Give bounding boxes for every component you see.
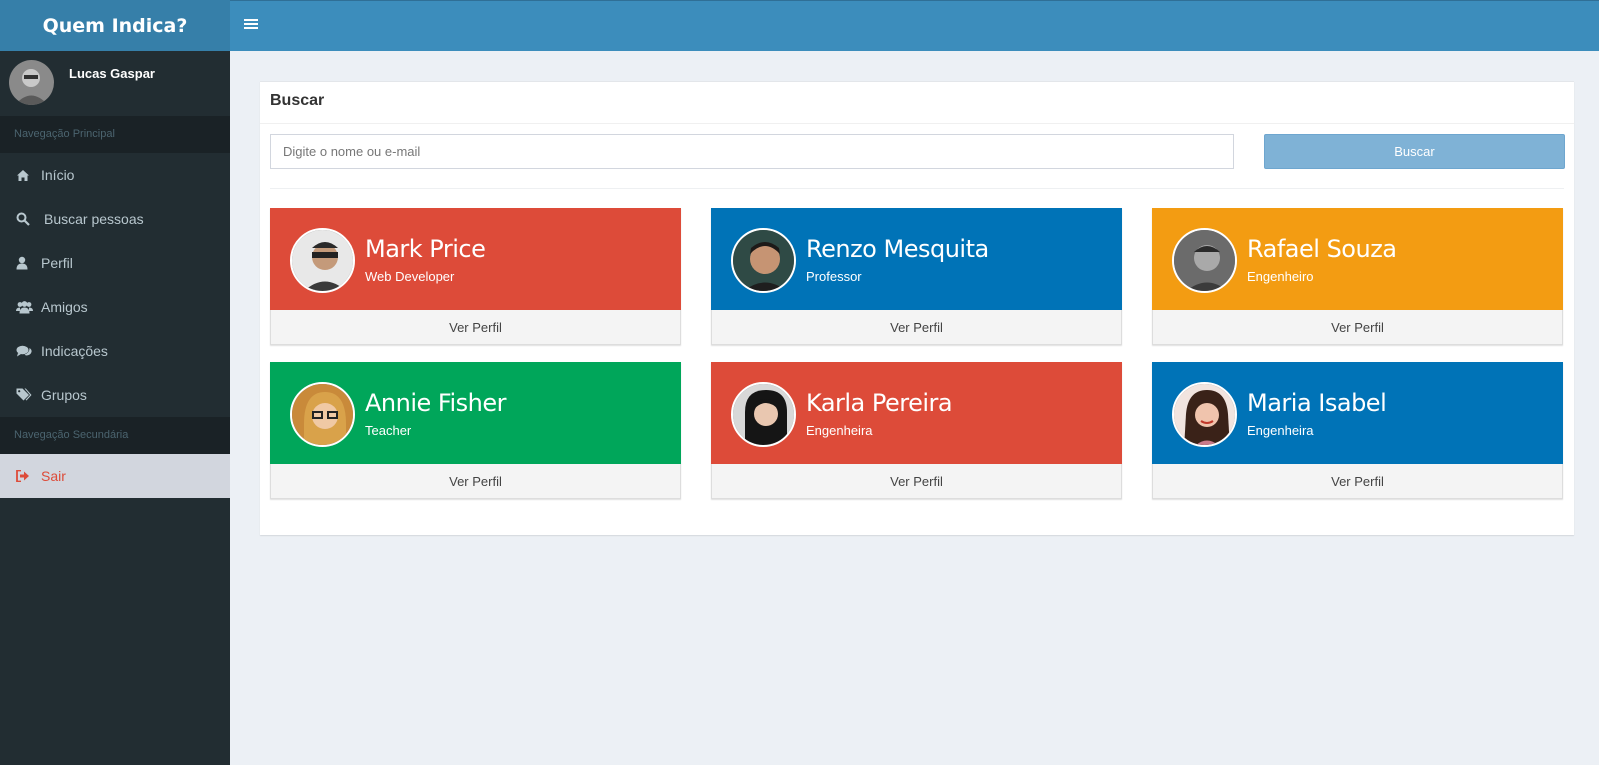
profile-role: Web Developer — [365, 269, 455, 284]
profile-card: Karla Pereira Engenheira Ver Perfil — [711, 362, 1122, 499]
search-box: Buscar Buscar Mark Price Web Developer V… — [260, 81, 1574, 535]
user-panel: Lucas Gaspar — [0, 51, 230, 116]
primary-nav-header: Navegação Principal — [0, 116, 230, 153]
profile-name: Maria Isabel — [1247, 389, 1387, 417]
sidebar-item-label: Sair — [41, 468, 66, 484]
profile-photo[interactable] — [1172, 228, 1237, 293]
app-title: Quem Indica? — [42, 14, 188, 37]
profile-card-header: Annie Fisher Teacher — [270, 362, 681, 464]
profile-card: Annie Fisher Teacher Ver Perfil — [270, 362, 681, 499]
profile-card-header: Mark Price Web Developer — [270, 208, 681, 310]
profile-card: Maria Isabel Engenheira Ver Perfil — [1152, 362, 1563, 499]
app-logo[interactable]: Quem Indica? — [0, 0, 230, 51]
profile-name: Renzo Mesquita — [806, 235, 989, 263]
profile-role: Engenheiro — [1247, 269, 1314, 284]
user-icon — [16, 255, 36, 271]
user-name: Lucas Gaspar — [69, 66, 155, 81]
top-navbar — [230, 0, 1599, 51]
avatar[interactable] — [9, 60, 54, 105]
profile-card-header: Maria Isabel Engenheira — [1152, 362, 1563, 464]
sidebar-item-amigos[interactable]: Amigos — [0, 285, 230, 329]
profile-card: Rafael Souza Engenheiro Ver Perfil — [1152, 208, 1563, 345]
sidebar-item-sair[interactable]: Sair — [0, 454, 230, 498]
profile-name: Annie Fisher — [365, 389, 506, 417]
profile-photo[interactable] — [290, 382, 355, 447]
search-icon — [16, 211, 36, 227]
profile-photo[interactable] — [290, 228, 355, 293]
box-title: Buscar — [270, 92, 325, 109]
view-profile-button[interactable]: Ver Perfil — [1152, 464, 1563, 499]
sign-out-icon — [16, 468, 36, 484]
profile-role: Engenheira — [1247, 423, 1314, 438]
sidebar-item-label: Buscar pessoas — [44, 211, 144, 227]
sidebar-item-grupos[interactable]: Grupos — [0, 373, 230, 417]
profile-card-header: Rafael Souza Engenheiro — [1152, 208, 1563, 310]
profile-photo[interactable] — [1172, 382, 1237, 447]
sidebar: Lucas Gaspar Navegação Principal Início … — [0, 51, 230, 765]
profile-role: Engenheira — [806, 423, 873, 438]
menu-toggle-icon[interactable] — [244, 17, 258, 31]
sidebar-item-buscar-pessoas[interactable]: Buscar pessoas — [0, 197, 230, 241]
sidebar-item-indicacoes[interactable]: Indicações — [0, 329, 230, 373]
home-icon — [16, 167, 36, 183]
profile-card-header: Renzo Mesquita Professor — [711, 208, 1122, 310]
profile-name: Rafael Souza — [1247, 235, 1397, 263]
profile-role: Professor — [806, 269, 862, 284]
sidebar-item-label: Perfil — [41, 255, 73, 271]
view-profile-button[interactable]: Ver Perfil — [711, 464, 1122, 499]
secondary-nav-header: Navegação Secundária — [0, 417, 230, 454]
tags-icon — [16, 387, 36, 403]
search-button[interactable]: Buscar — [1264, 134, 1565, 169]
view-profile-button[interactable]: Ver Perfil — [270, 464, 681, 499]
sidebar-item-inicio[interactable]: Início — [0, 153, 230, 197]
profile-card-header: Karla Pereira Engenheira — [711, 362, 1122, 464]
view-profile-button[interactable]: Ver Perfil — [270, 310, 681, 345]
profile-photo[interactable] — [731, 228, 796, 293]
profile-name: Karla Pereira — [806, 389, 953, 417]
view-profile-button[interactable]: Ver Perfil — [1152, 310, 1563, 345]
divider — [260, 123, 1574, 124]
search-input[interactable] — [270, 134, 1234, 169]
comments-icon — [16, 343, 36, 359]
profile-photo[interactable] — [731, 382, 796, 447]
sidebar-item-label: Grupos — [41, 387, 87, 403]
profile-card: Mark Price Web Developer Ver Perfil — [270, 208, 681, 345]
sidebar-item-label: Amigos — [41, 299, 88, 315]
profile-role: Teacher — [365, 423, 412, 438]
sidebar-item-label: Indicações — [41, 343, 108, 359]
sidebar-item-perfil[interactable]: Perfil — [0, 241, 230, 285]
profile-name: Mark Price — [365, 235, 486, 263]
view-profile-button[interactable]: Ver Perfil — [711, 310, 1122, 345]
sidebar-item-label: Início — [41, 167, 75, 183]
profile-card: Renzo Mesquita Professor Ver Perfil — [711, 208, 1122, 345]
divider — [270, 188, 1564, 189]
users-icon — [16, 299, 36, 315]
